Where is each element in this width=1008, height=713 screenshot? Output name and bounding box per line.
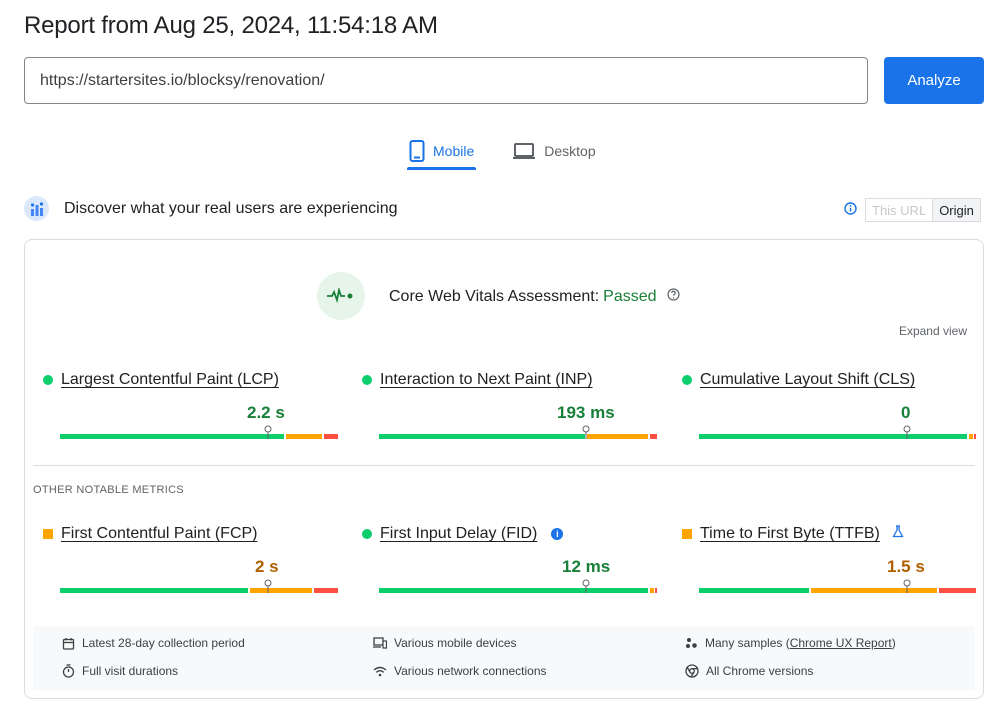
metric-fcp-value: 2 s (255, 557, 279, 576)
devices-info: Various mobile devices (373, 636, 517, 650)
toggle-origin[interactable]: Origin (932, 199, 980, 221)
flask-icon (892, 525, 904, 543)
devices-text: Various mobile devices (394, 636, 517, 650)
calendar-icon (62, 637, 75, 650)
metric-lcp-label[interactable]: Largest Contentful Paint (LCP) (61, 371, 279, 389)
divider (33, 465, 975, 466)
metric-lcp-value: 2.2 s (247, 403, 285, 422)
field-data-title: Discover what your real users are experi… (64, 200, 398, 217)
marker-icon (264, 425, 272, 439)
tab-mobile[interactable]: Mobile (407, 132, 477, 170)
network-text: Various network connections (394, 664, 547, 678)
data-info-footer: Latest 28-day collection period Full vis… (33, 626, 975, 690)
good-dot-icon (43, 375, 53, 385)
page-title: Report from Aug 25, 2024, 11:54:18 AM (24, 12, 438, 39)
marker-icon (582, 579, 590, 593)
device-tabs: Mobile Desktop (407, 132, 598, 170)
metric-cls-value: 0 (901, 403, 911, 422)
marker-icon (264, 579, 272, 593)
marker-icon (582, 425, 590, 439)
phone-icon (409, 140, 425, 162)
visit-durations-text: Full visit durations (82, 664, 179, 678)
other-metrics-heading: OTHER NOTABLE METRICS (33, 484, 184, 496)
cwv-assessment-status: Passed (603, 288, 657, 305)
collection-period: Latest 28-day collection period (62, 636, 245, 650)
wifi-icon (373, 666, 387, 677)
samples-prefix: Many samples ( (705, 636, 790, 650)
tab-desktop-label: Desktop (544, 143, 596, 159)
metric-cls: Cumulative Layout Shift (CLS) 0 (682, 371, 976, 439)
metric-inp: Interaction to Next Paint (INP) 193 ms (362, 371, 657, 439)
analyze-button[interactable]: Analyze (884, 57, 984, 104)
metric-inp-label[interactable]: Interaction to Next Paint (INP) (380, 371, 593, 389)
metric-fid-distribution (379, 579, 657, 593)
info-icon[interactable]: i (551, 528, 564, 540)
url-origin-toggle: This URL Origin (865, 198, 981, 222)
field-data-panel: Core Web Vitals Assessment: Passed Expan… (24, 239, 984, 699)
metric-fcp-label[interactable]: First Contentful Paint (FCP) (61, 525, 258, 543)
good-dot-icon (362, 375, 372, 385)
metric-fcp: First Contentful Paint (FCP) 2 s (43, 525, 338, 593)
users-chart-icon (24, 196, 49, 221)
network-info: Various network connections (373, 664, 547, 678)
metric-fcp-distribution (60, 579, 338, 593)
devices-icon (373, 637, 387, 649)
chrome-icon (685, 664, 699, 678)
field-data-header: Discover what your real users are experi… (24, 196, 984, 222)
metric-fid-label[interactable]: First Input Delay (FID) (380, 525, 537, 543)
tab-desktop[interactable]: Desktop (510, 132, 597, 170)
samples-suffix: ) (891, 636, 896, 650)
metric-ttfb-value: 1.5 s (887, 557, 925, 576)
metric-lcp: Largest Contentful Paint (LCP) 2.2 s (43, 371, 338, 439)
pulse-icon (317, 272, 365, 320)
metric-ttfb-label[interactable]: Time to First Byte (TTFB) (700, 525, 880, 543)
metric-inp-value: 193 ms (557, 403, 615, 422)
metric-fid-value: 12 ms (562, 557, 611, 576)
metric-ttfb: Time to First Byte (TTFB) 1.5 s (682, 525, 976, 593)
average-square-icon (682, 529, 692, 539)
cwv-assessment: Core Web Vitals Assessment: Passed (389, 288, 680, 306)
metric-inp-distribution (379, 425, 657, 439)
help-icon[interactable] (666, 288, 680, 306)
marker-icon (903, 425, 911, 439)
samples-info: Many samples (Chrome UX Report) (685, 636, 896, 650)
tab-mobile-label: Mobile (433, 143, 475, 159)
average-square-icon (43, 529, 53, 539)
laptop-icon (512, 142, 536, 160)
chrome-ux-report-link[interactable]: Chrome UX Report (790, 636, 892, 650)
visit-durations: Full visit durations (62, 664, 178, 678)
metric-ttfb-distribution (699, 579, 976, 593)
metric-cls-distribution (699, 425, 976, 439)
samples-icon (685, 637, 698, 650)
metric-fid: First Input Delay (FID) i 12 ms (362, 525, 657, 593)
expand-view-link[interactable]: Expand view (899, 324, 967, 338)
good-dot-icon (682, 375, 692, 385)
chrome-versions-text: All Chrome versions (706, 664, 814, 678)
metric-lcp-distribution (60, 425, 338, 439)
marker-icon (903, 579, 911, 593)
url-input[interactable]: https://startersites.io/blocksy/renovati… (24, 57, 868, 104)
stopwatch-icon (62, 664, 75, 678)
collection-period-text: Latest 28-day collection period (82, 636, 245, 650)
info-icon[interactable] (844, 202, 857, 220)
good-dot-icon (362, 529, 372, 539)
metric-cls-label[interactable]: Cumulative Layout Shift (CLS) (700, 371, 915, 389)
toggle-this-url[interactable]: This URL (866, 199, 932, 221)
cwv-assessment-label: Core Web Vitals Assessment: (389, 288, 600, 305)
chrome-versions-info: All Chrome versions (685, 664, 813, 678)
